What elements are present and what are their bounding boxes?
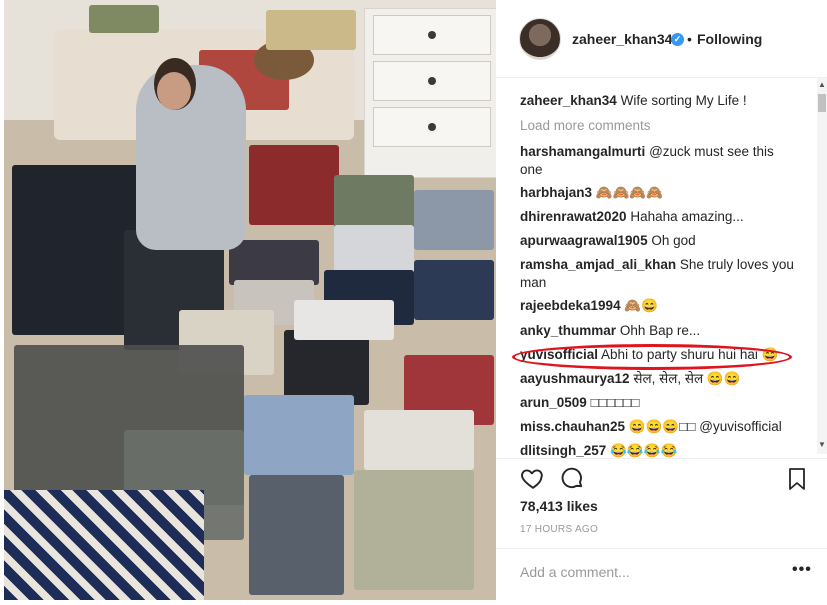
- cabinet-drawer: [373, 107, 491, 147]
- comment-item: apurwaagrawal1905 Oh god: [520, 232, 795, 250]
- post-timestamp[interactable]: 17 HOURS AGO: [520, 524, 598, 535]
- comment-text: 🙈😄: [624, 298, 658, 313]
- clothes-pile: [249, 145, 339, 225]
- comment-text: सेल, सेल, सेल 😄😄: [633, 371, 741, 386]
- comment-text: Ohh Bap re...: [619, 323, 701, 338]
- comments-list[interactable]: zaheer_khan34 Wife sorting My Life ! Loa…: [496, 78, 827, 458]
- photo-cabinet: [364, 8, 496, 178]
- highlight-circle: [512, 344, 792, 370]
- comment-username[interactable]: rajeebdeka1994: [520, 298, 621, 313]
- comment-username[interactable]: apurwaagrawal1905: [520, 233, 648, 248]
- comment-item: dlitsingh_257 😂😂😂😂: [520, 442, 795, 458]
- clothes-pile: [354, 470, 474, 590]
- more-options-icon[interactable]: •••: [792, 561, 812, 579]
- jackets-pile: [12, 165, 142, 335]
- instagram-post: zaheer_khan34 ✓ • Following zaheer_khan3…: [0, 0, 827, 605]
- clothes-pile: [364, 410, 474, 470]
- pillow: [89, 5, 159, 33]
- clothes-pile: [229, 240, 319, 285]
- avatar[interactable]: [519, 18, 561, 60]
- cabinet-drawer: [373, 15, 491, 55]
- clothes-pile: [334, 175, 414, 230]
- clothes-pile: [284, 330, 369, 405]
- clothes-pile: [249, 475, 344, 595]
- cabinet-drawer: [373, 61, 491, 101]
- comment-item: rajeebdeka1994 🙈😄: [520, 297, 795, 315]
- comments-scrollbar[interactable]: [817, 78, 827, 454]
- comment-username[interactable]: miss.chauhan25: [520, 419, 625, 434]
- post-header: zaheer_khan34 ✓ • Following: [496, 0, 827, 78]
- caption-text: Wife sorting My Life !: [620, 93, 747, 108]
- comment-text: Oh god: [651, 233, 696, 248]
- scrollbar-thumb[interactable]: [818, 94, 826, 112]
- add-comment-bar: Add a comment... •••: [496, 548, 827, 596]
- likes-count[interactable]: 78,413 likes: [520, 498, 598, 514]
- comment-username[interactable]: dhirenrawat2020: [520, 209, 627, 224]
- comment-username[interactable]: harshamangalmurti: [520, 144, 645, 159]
- comment-item: harshamangalmurti @zuck must see this on…: [520, 143, 795, 179]
- comment-item: aayushmaurya12 सेल, सेल, सेल 😄😄: [520, 370, 795, 388]
- comment-item: anky_thummar Ohh Bap re...: [520, 322, 795, 340]
- clothes-pile: [244, 395, 354, 475]
- verified-badge-icon: ✓: [671, 33, 684, 46]
- comment-text: 😄😄😄□□ @yuvisofficial: [628, 419, 782, 434]
- caption: zaheer_khan34 Wife sorting My Life !: [520, 92, 795, 110]
- comment-username[interactable]: arun_0509: [520, 395, 587, 410]
- photo-person-face: [157, 72, 191, 110]
- scroll-down-arrow-icon[interactable]: ▼: [818, 440, 826, 449]
- comment-username[interactable]: dlitsingh_257: [520, 443, 606, 458]
- comment-icon[interactable]: [559, 465, 585, 491]
- pillow: [266, 10, 356, 50]
- comment-text: 😂😂😂😂: [610, 443, 678, 458]
- scroll-up-arrow-icon[interactable]: ▲: [818, 80, 826, 89]
- load-more-comments-link[interactable]: Load more comments: [520, 118, 651, 133]
- comment-text: Hahaha amazing...: [630, 209, 744, 224]
- add-comment-input[interactable]: Add a comment...: [520, 564, 630, 580]
- post-photo[interactable]: [4, 0, 496, 600]
- heart-icon[interactable]: [520, 465, 546, 491]
- comment-username[interactable]: anky_thummar: [520, 323, 616, 338]
- clothes-pile: [294, 300, 394, 340]
- author-username[interactable]: zaheer_khan34: [572, 31, 672, 47]
- comment-text: □□□□□□: [590, 395, 640, 410]
- clothes-pile: [414, 190, 494, 250]
- post-actions-bar: [496, 458, 827, 498]
- caption-username[interactable]: zaheer_khan34: [520, 93, 617, 108]
- following-button[interactable]: Following: [697, 31, 762, 47]
- header-separator: •: [687, 31, 692, 47]
- clothes-pile: [334, 225, 414, 275]
- bookmark-icon[interactable]: [786, 467, 808, 491]
- comment-item: dhirenrawat2020 Hahaha amazing...: [520, 208, 795, 226]
- comment-text: 🙈🙈🙈🙈: [595, 185, 664, 200]
- comment-username[interactable]: aayushmaurya12: [520, 371, 630, 386]
- comment-username[interactable]: ramsha_amjad_ali_khan: [520, 257, 676, 272]
- comment-item: harbhajan3 🙈🙈🙈🙈: [520, 184, 795, 202]
- comment-username[interactable]: harbhajan3: [520, 185, 592, 200]
- photo-rug: [4, 490, 204, 600]
- comment-item: arun_0509 □□□□□□: [520, 394, 795, 412]
- comment-item: miss.chauhan25 😄😄😄□□ @yuvisofficial: [520, 418, 795, 436]
- clothes-pile: [414, 260, 494, 320]
- comment-item: ramsha_amjad_ali_khan She truly loves yo…: [520, 256, 795, 292]
